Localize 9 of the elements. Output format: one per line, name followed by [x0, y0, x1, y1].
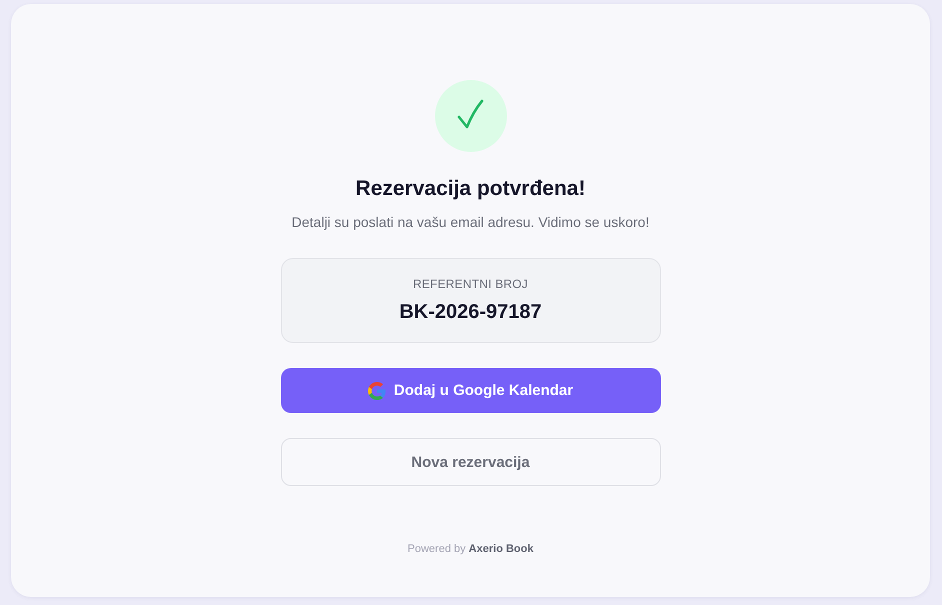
add-to-calendar-button[interactable]: Dodaj u Google Kalendar: [280, 368, 660, 413]
reference-number: BK-2026-97187: [399, 300, 542, 325]
g-logo-icon: [368, 382, 386, 400]
check-icon: [434, 80, 506, 152]
confirmation-message: Detalji su poslati na vašu email adresu. Vidimo se uskoro!: [292, 213, 650, 232]
reference-label: REFERENTNI BROJ: [412, 276, 528, 292]
confirmation-title: Rezervacija potvrđena!: [356, 176, 586, 202]
new-reservation-button[interactable]: Nova rezervacija: [280, 438, 660, 486]
powered-by-text: Powered by Axerio Book: [408, 542, 534, 557]
